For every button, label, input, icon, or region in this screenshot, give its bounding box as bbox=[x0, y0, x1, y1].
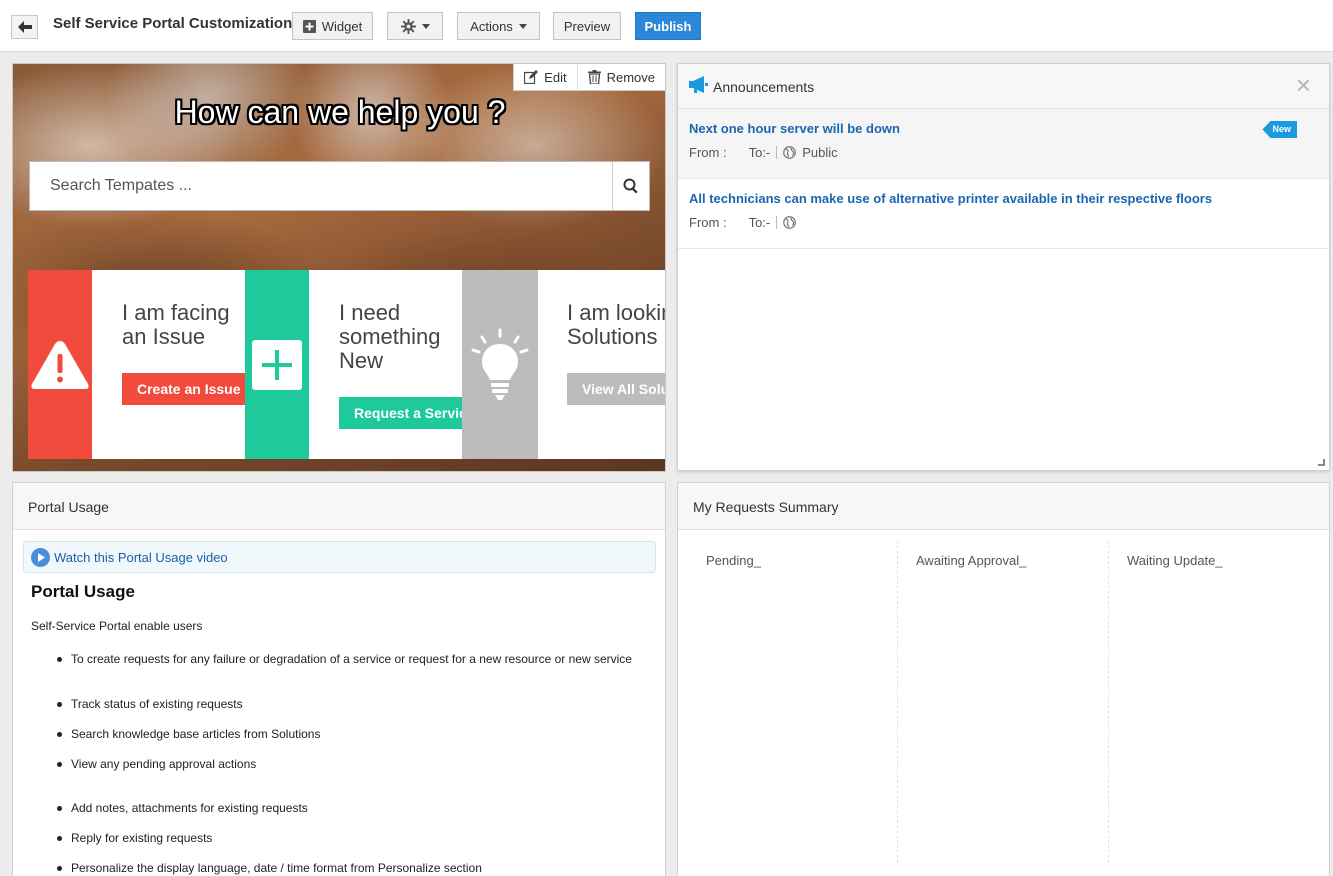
edit-widget-button[interactable]: Edit bbox=[514, 64, 576, 90]
search-button[interactable] bbox=[612, 162, 649, 210]
remove-label: Remove bbox=[606, 69, 655, 85]
announcement-title[interactable]: Next one hour server will be down bbox=[689, 121, 900, 136]
to-label: To:- bbox=[748, 145, 771, 160]
create-issue-button[interactable]: Create an Issue bbox=[122, 373, 248, 405]
service-card: I need something New Request a Service bbox=[245, 270, 475, 459]
search-input[interactable] bbox=[30, 162, 613, 210]
list-item: Reply for existing requests bbox=[57, 830, 656, 846]
view-solutions-button[interactable]: View All Solutions bbox=[567, 373, 665, 405]
list-item: Add notes, attachments for existing requ… bbox=[57, 800, 656, 816]
list-item: Personalize the display language, date /… bbox=[57, 860, 656, 876]
pending-column: Pending_ bbox=[678, 541, 898, 863]
megaphone-icon bbox=[689, 76, 708, 93]
search-banner-widget: Edit Remove How can we help you ? I am f… bbox=[12, 63, 666, 472]
announcements-header: Announcements × bbox=[678, 64, 1329, 109]
list-item: Search knowledge base articles from Solu… bbox=[57, 726, 656, 742]
new-badge: New bbox=[1262, 121, 1297, 138]
awaiting-approval-column: Awaiting Approval_ bbox=[888, 541, 1109, 863]
from-label: From : bbox=[689, 215, 727, 230]
portal-usage-header: Portal Usage bbox=[13, 483, 665, 530]
solutions-card-text: I am looking for Solutions bbox=[567, 300, 665, 349]
page-title: Self Service Portal Customization bbox=[53, 15, 293, 32]
announcement-item[interactable]: All technicians can make use of alternat… bbox=[678, 179, 1329, 249]
chevron-down-icon bbox=[421, 23, 430, 29]
divider bbox=[776, 146, 778, 159]
announcement-meta: From : To:- Public bbox=[689, 145, 838, 160]
widget-button[interactable]: Widget bbox=[292, 12, 373, 40]
portal-usage-widget: Portal Usage Watch this Portal Usage vid… bbox=[12, 482, 666, 876]
issue-card-strip bbox=[28, 270, 92, 459]
template-search bbox=[29, 161, 650, 211]
announcement-title[interactable]: All technicians can make use of alternat… bbox=[689, 191, 1212, 206]
visibility-label: Public bbox=[802, 145, 838, 160]
from-label: From : bbox=[689, 145, 727, 160]
trash-icon bbox=[587, 70, 601, 84]
waiting-update-column: Waiting Update_ bbox=[1099, 541, 1319, 863]
service-card-strip bbox=[245, 270, 309, 459]
usage-intro: Self-Service Portal enable users bbox=[31, 619, 203, 633]
widget-tools: Edit Remove bbox=[513, 64, 665, 91]
edit-icon bbox=[524, 70, 539, 84]
request-service-button[interactable]: Request a Service bbox=[339, 397, 464, 429]
resize-handle-icon[interactable] bbox=[1318, 459, 1325, 466]
requests-summary-header: My Requests Summary bbox=[678, 483, 1329, 530]
hero-heading: How can we help you ? bbox=[174, 94, 506, 130]
divider bbox=[776, 216, 778, 229]
gear-icon bbox=[400, 18, 416, 34]
preview-button[interactable]: Preview bbox=[553, 12, 621, 40]
actions-dropdown[interactable]: Actions bbox=[457, 12, 540, 40]
awaiting-approval-label[interactable]: Awaiting Approval_ bbox=[916, 553, 1026, 568]
play-icon bbox=[31, 548, 50, 567]
solutions-card: I am looking for Solutions View All Solu… bbox=[462, 270, 665, 459]
panel-title: Portal Usage bbox=[28, 499, 109, 515]
requests-summary-widget: My Requests Summary Pending_ Awaiting Ap… bbox=[677, 482, 1330, 876]
back-button[interactable] bbox=[11, 15, 38, 39]
issue-card-text: I am facing an Issue bbox=[122, 300, 230, 349]
globe-icon bbox=[783, 216, 797, 229]
list-item: View any pending approval actions bbox=[57, 756, 656, 772]
edit-label: Edit bbox=[544, 69, 567, 85]
list-item: Track status of existing requests bbox=[57, 696, 656, 712]
actions-label: Actions bbox=[470, 18, 513, 34]
video-link[interactable]: Watch this Portal Usage video bbox=[54, 550, 228, 565]
video-link-bar[interactable]: Watch this Portal Usage video bbox=[23, 541, 656, 573]
top-toolbar: Self Service Portal Customization Widget… bbox=[0, 0, 1333, 52]
announcement-item[interactable]: Next one hour server will be down New Fr… bbox=[678, 109, 1329, 179]
plus-square-icon bbox=[252, 339, 302, 390]
widget-label: Widget bbox=[321, 18, 363, 34]
settings-dropdown[interactable] bbox=[387, 12, 443, 40]
lightbulb-icon bbox=[471, 328, 529, 400]
announcements-widget: Announcements × Next one hour server wil… bbox=[677, 63, 1330, 471]
globe-icon bbox=[783, 146, 797, 159]
arrow-left-icon bbox=[17, 21, 32, 33]
announcements-title: Announcements bbox=[713, 79, 815, 95]
pending-label[interactable]: Pending_ bbox=[706, 553, 761, 568]
list-item: To create requests for any failure or de… bbox=[57, 651, 656, 667]
usage-heading: Portal Usage bbox=[31, 582, 135, 601]
to-label: To:- bbox=[748, 215, 771, 230]
plus-square-icon bbox=[302, 19, 316, 33]
publish-button[interactable]: Publish bbox=[635, 12, 701, 40]
close-icon[interactable]: × bbox=[1296, 72, 1311, 98]
announcement-meta: From : To:- bbox=[689, 215, 797, 230]
waiting-update-label[interactable]: Waiting Update_ bbox=[1127, 553, 1223, 568]
solutions-card-strip bbox=[462, 270, 538, 459]
issue-card: I am facing an Issue Create an Issue bbox=[28, 270, 258, 459]
remove-widget-button[interactable]: Remove bbox=[576, 64, 665, 90]
panel-title: My Requests Summary bbox=[693, 499, 839, 515]
chevron-down-icon bbox=[518, 23, 527, 29]
warning-icon bbox=[31, 340, 89, 389]
search-icon bbox=[623, 178, 638, 194]
service-card-text: I need something New bbox=[339, 300, 441, 373]
